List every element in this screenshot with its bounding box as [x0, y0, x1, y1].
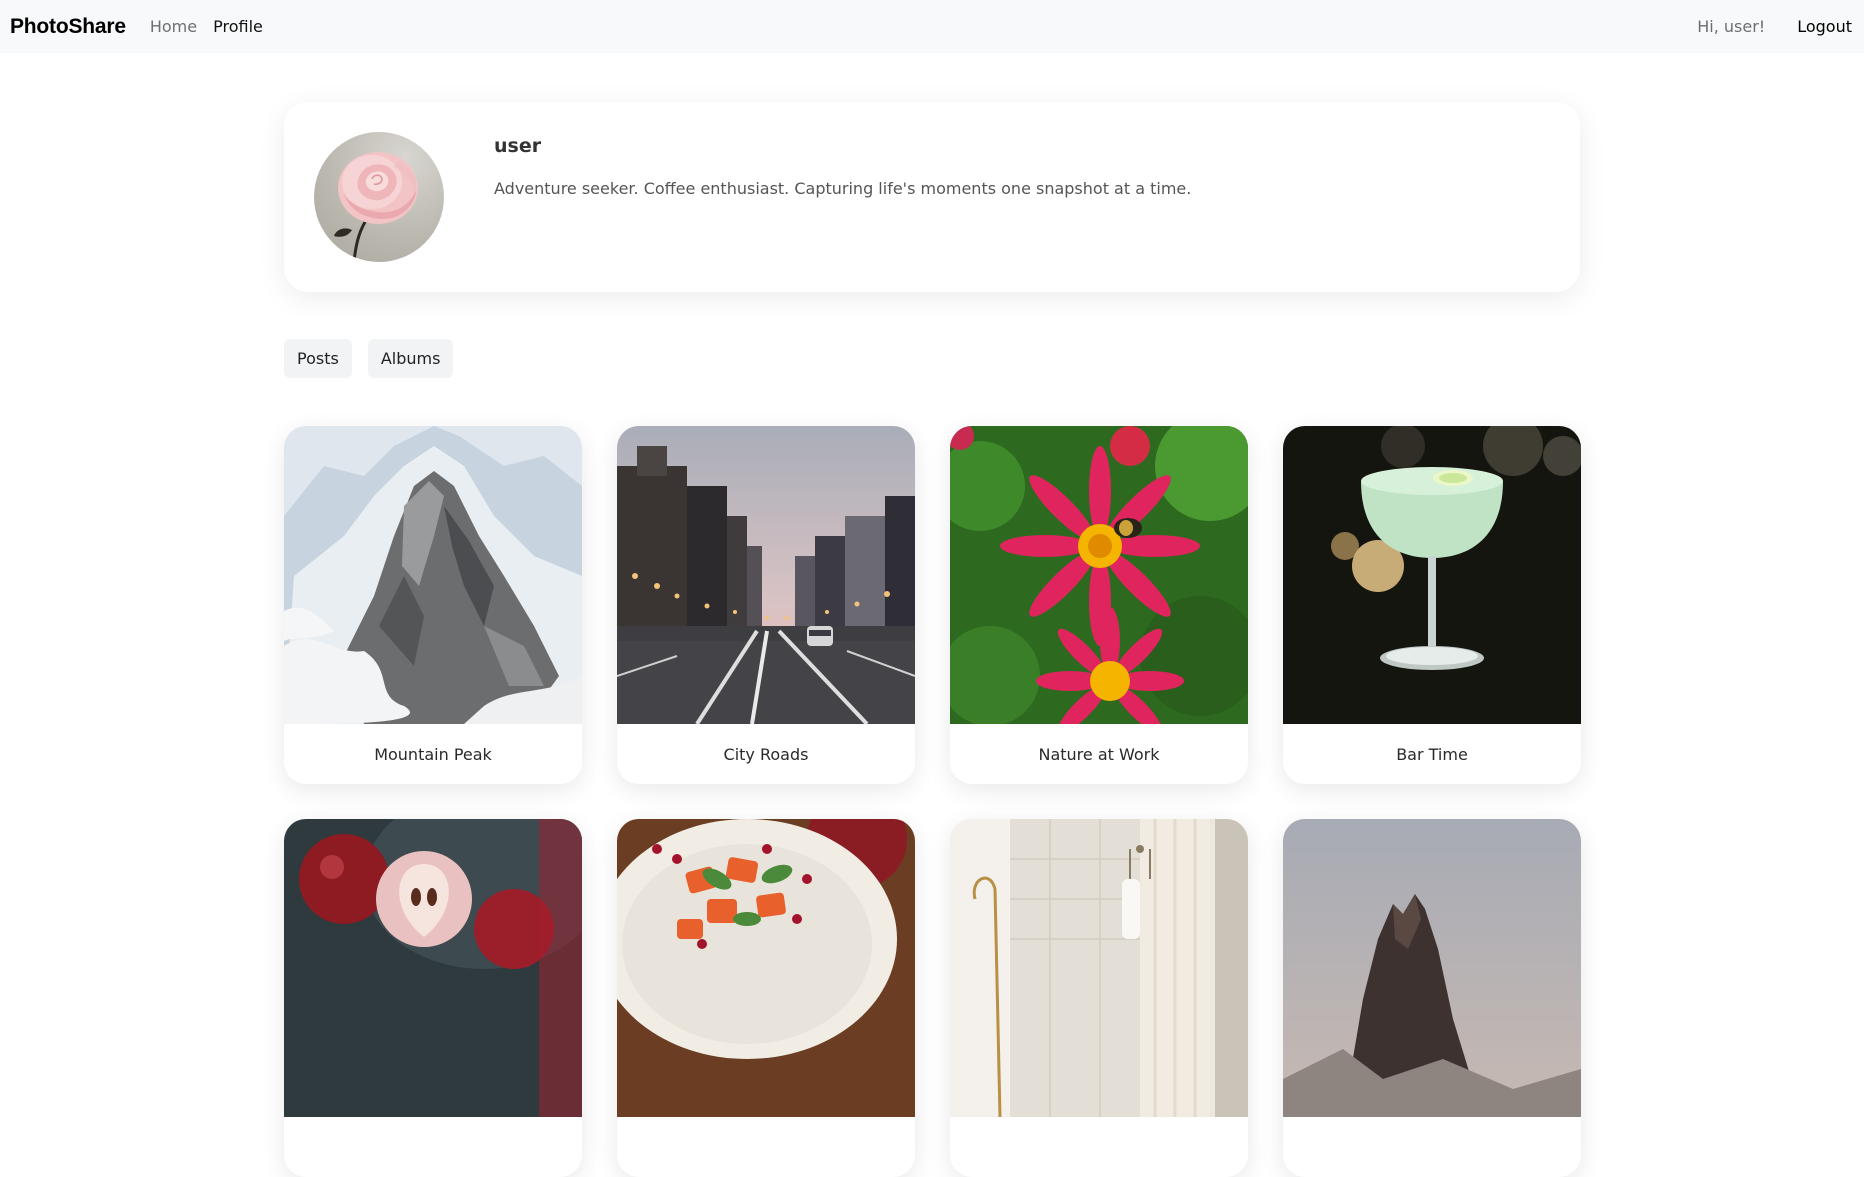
post-title [617, 1117, 915, 1177]
city-street-icon [617, 426, 915, 724]
top-navbar: PhotoShare Home Profile Hi, user! Logout [0, 0, 1864, 53]
nav-profile-link[interactable]: Profile [213, 17, 263, 36]
pink-rose-icon [334, 152, 418, 262]
logout-link[interactable]: Logout [1797, 17, 1852, 36]
post-title: City Roads [723, 744, 809, 764]
post-image[interactable] [950, 819, 1248, 1117]
post-image[interactable] [284, 819, 582, 1117]
avatar [314, 132, 444, 262]
post-title: Mountain Peak [374, 744, 492, 764]
user-greeting: Hi, user! [1697, 17, 1766, 36]
bathroom-interior-icon [950, 819, 1248, 1117]
post-card-bathroom[interactable] [950, 819, 1248, 1177]
post-title [1283, 1117, 1581, 1177]
nav-home-link[interactable]: Home [150, 17, 197, 36]
post-title [284, 1117, 582, 1177]
post-image[interactable] [950, 426, 1248, 724]
profile-username: user [494, 135, 542, 157]
post-image[interactable] [617, 819, 915, 1117]
posts-grid: Mountain Peak City Roads Nature at Work … [284, 426, 1581, 1177]
profile-card: user Adventure seeker. Coffee enthusiast… [284, 102, 1580, 292]
cocktail-glass-icon [1283, 426, 1581, 724]
post-title [950, 1117, 1248, 1177]
rock-peak-icon [1283, 819, 1581, 1117]
post-card-nature-at-work[interactable]: Nature at Work [950, 426, 1248, 784]
apples-icon [284, 819, 582, 1117]
post-card-apples[interactable] [284, 819, 582, 1177]
salad-plate-icon [617, 819, 915, 1117]
post-image[interactable] [284, 426, 582, 724]
brand-logo[interactable]: PhotoShare [10, 15, 126, 39]
post-card-salad[interactable] [617, 819, 915, 1177]
post-card-rock-peak[interactable] [1283, 819, 1581, 1177]
profile-bio: Adventure seeker. Coffee enthusiast. Cap… [494, 179, 1192, 198]
post-image[interactable] [617, 426, 915, 724]
profile-tabs: Posts Albums [284, 339, 454, 378]
post-card-city-roads[interactable]: City Roads [617, 426, 915, 784]
post-image[interactable] [1283, 819, 1581, 1117]
flower-bee-icon [950, 426, 1248, 724]
post-card-mountain-peak[interactable]: Mountain Peak [284, 426, 582, 784]
post-card-bar-time[interactable]: Bar Time [1283, 426, 1581, 784]
tab-albums[interactable]: Albums [367, 339, 454, 378]
snowy-mountain-icon [284, 426, 582, 724]
tab-posts[interactable]: Posts [284, 339, 352, 378]
post-title: Bar Time [1396, 744, 1468, 764]
post-image[interactable] [1283, 426, 1581, 724]
navbar-right: Hi, user! Logout [1697, 17, 1854, 36]
post-title: Nature at Work [1038, 744, 1160, 764]
